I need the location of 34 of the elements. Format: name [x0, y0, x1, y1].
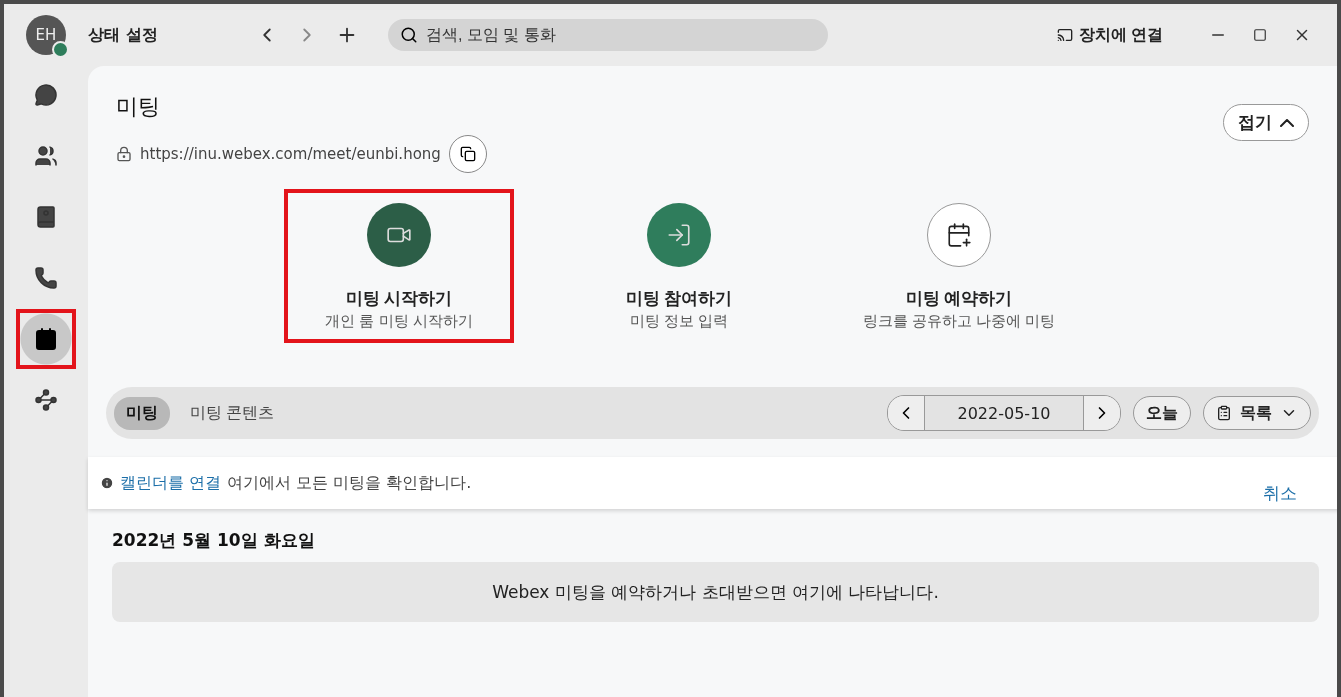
tab[interactable]: 미팅 — [114, 396, 170, 430]
search-field[interactable]: 검색, 모임 및 통화 — [424, 25, 816, 45]
connect-device-button[interactable]: 장치에 연결 — [1050, 23, 1169, 47]
today-button[interactable]: 오늘 — [1133, 396, 1191, 430]
maximize-icon[interactable] — [1253, 28, 1267, 42]
meeting-action-button[interactable]: 미팅 예약하기 링크를 공유하고 나중에 미팅 — [844, 189, 1074, 343]
connect-calendar-link[interactable]: 캘린더를 연결 — [120, 472, 222, 494]
calendar-icon[interactable] — [16, 309, 76, 369]
info-icon — [100, 476, 114, 490]
tab[interactable]: 미팅 콘텐츠 — [178, 396, 287, 430]
status-label[interactable]: 상태 설정 — [88, 24, 256, 46]
copy-icon — [459, 146, 476, 162]
presence-dot — [52, 41, 69, 58]
cancel-link[interactable]: 취소 — [1263, 481, 1297, 505]
clipboard-icon — [1216, 405, 1232, 421]
empty-meetings-message: Webex 미팅을 예약하거나 초대받으면 여기에 나타납니다. — [112, 562, 1319, 622]
meeting-url: https://inu.webex.com/meet/eunbi.hong — [140, 145, 441, 163]
date-value: 2022-05-10 — [924, 396, 1084, 430]
collapse-button[interactable]: 접기 — [1223, 104, 1309, 141]
search-bar[interactable]: 검색, 모임 및 통화 — [388, 19, 828, 51]
page-title: 미팅 — [116, 93, 160, 121]
meeting-action-button[interactable]: 미팅 참여하기 미팅 정보 입력 — [564, 189, 794, 343]
banner-text: 여기에서 모든 미팅을 확인합니다. — [227, 472, 472, 494]
meeting-action-button[interactable]: 미팅 시작하기 개인 룸 미팅 시작하기 — [284, 189, 514, 343]
chevron-up-icon — [1280, 118, 1294, 127]
user-avatar[interactable]: EH — [26, 15, 66, 55]
lock-icon — [116, 146, 132, 162]
copy-button[interactable] — [448, 135, 487, 173]
enter-door-icon — [666, 222, 692, 248]
search-icon — [400, 26, 418, 44]
view-dropdown[interactable]: 목록 — [1203, 396, 1311, 430]
calendar-plus-icon — [946, 222, 972, 248]
date-heading: 2022년 5월 10일 화요일 — [112, 529, 316, 552]
screen-cast-icon — [1056, 27, 1073, 43]
